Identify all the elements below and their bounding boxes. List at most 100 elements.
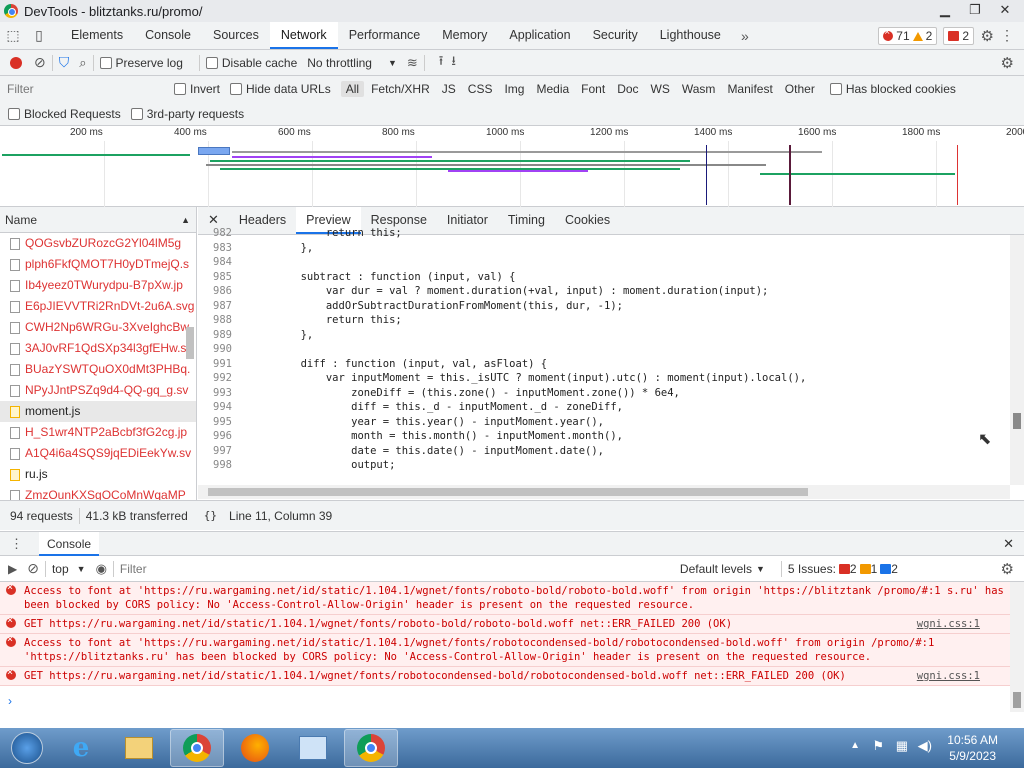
issues-badge[interactable]: 2 <box>943 27 974 45</box>
name-column-header[interactable]: Name ▲ <box>0 207 196 233</box>
record-icon[interactable] <box>10 56 22 69</box>
tab-network[interactable]: Network <box>269 22 338 49</box>
filter-type-js[interactable]: JS <box>437 81 461 97</box>
horizontal-scrollbar[interactable] <box>198 485 1010 499</box>
console-error-message[interactable]: Access to font at 'https://ru.wargaming.… <box>0 581 1010 615</box>
issues-counter[interactable]: 5 Issues: 2 1 2 <box>788 562 898 576</box>
console-scrollbar[interactable] <box>1010 582 1024 712</box>
console-error-message[interactable]: Access to font at 'https://ru.wargaming.… <box>0 633 1010 667</box>
request-row[interactable]: Ib4yeez0TWurydpu-B7pXw.jp <box>0 275 196 296</box>
drawer-tab-console[interactable]: Console <box>39 531 100 556</box>
close-drawer-icon[interactable]: ✕ <box>1003 536 1014 552</box>
network-overview-timeline[interactable]: 200 ms 400 ms 600 ms 800 ms 1000 ms 1200 ms 14… <box>0 127 1024 207</box>
inspect-icon[interactable]: ⬚ <box>0 22 26 49</box>
live-expression-eye-icon[interactable]: ◉ <box>96 561 107 577</box>
tab-console[interactable]: Console <box>134 22 202 49</box>
preserve-log-checkbox[interactable]: Preserve log <box>99 56 183 70</box>
export-har-icon[interactable]: ⭳ <box>451 52 456 74</box>
network-tray-icon[interactable]: ▦ <box>896 738 908 754</box>
chrome-taskbar-icon[interactable] <box>170 729 224 767</box>
pretty-print-icon[interactable]: {} <box>204 509 217 522</box>
request-row[interactable]: CWH2Np6WRGu-3XveIghcBw <box>0 317 196 338</box>
tab-security[interactable]: Security <box>582 22 649 49</box>
network-settings-gear-icon[interactable]: ⚙ <box>1001 54 1014 72</box>
request-row[interactable]: moment.js <box>0 401 196 422</box>
tray-expand-icon[interactable]: ▲ <box>850 740 860 751</box>
tab-sources[interactable]: Sources <box>202 22 270 49</box>
filter-type-wasm[interactable]: Wasm <box>677 81 721 97</box>
ie-icon[interactable]: e <box>54 729 108 767</box>
sidebar-toggle-icon[interactable]: ▶ <box>8 562 17 576</box>
vertical-scrollbar[interactable] <box>1010 235 1024 485</box>
tab-elements[interactable]: Elements <box>60 22 134 49</box>
network-conditions-icon[interactable]: ≋ <box>407 55 418 71</box>
filter-type-fetchxhr[interactable]: Fetch/XHR <box>366 81 435 97</box>
console-error-message[interactable]: GET https://ru.wargaming.net/id/static/1… <box>0 666 1010 686</box>
console-prompt-icon[interactable]: › <box>8 694 12 708</box>
request-row[interactable]: 3AJ0vRF1QdSXp34l3gfEHw.sv <box>0 338 196 359</box>
import-har-icon[interactable]: ⭱ <box>439 52 444 74</box>
request-row[interactable]: plph6FkfQMOT7H0yDTmejQ.s <box>0 254 196 275</box>
request-row[interactable]: E6pJIEVVTRi2RnDVt-2u6A.svg <box>0 296 196 317</box>
tab-performance[interactable]: Performance <box>338 22 432 49</box>
system-clock[interactable]: 10:56 AM 5/9/2023 <box>947 732 998 764</box>
filter-type-all[interactable]: All <box>340 81 365 97</box>
request-row[interactable]: H_S1wr4NTP2aBcbf3fG2cg.jp <box>0 422 196 443</box>
filter-type-other[interactable]: Other <box>780 81 820 97</box>
invert-checkbox[interactable]: Invert <box>174 82 220 96</box>
filter-type-manifest[interactable]: Manifest <box>722 81 777 97</box>
third-party-checkbox[interactable]: 3rd-party requests <box>130 107 244 121</box>
console-source-link[interactable]: wgni.css:1 <box>917 617 980 631</box>
firefox-icon[interactable] <box>228 729 282 767</box>
request-row[interactable]: BUazYSWTQuOX0dMt3PHBq. <box>0 359 196 380</box>
device-toolbar-icon[interactable]: ▯ <box>26 22 52 49</box>
code-text: diff : function (input, val, asFloat) { <box>250 357 548 370</box>
console-source-link[interactable]: wgni.css:1 <box>917 669 980 683</box>
filter-type-doc[interactable]: Doc <box>612 81 643 97</box>
console-filter-input[interactable]: Filter <box>120 562 680 576</box>
filter-type-css[interactable]: CSS <box>463 81 498 97</box>
filter-type-img[interactable]: Img <box>499 81 529 97</box>
restore-icon[interactable]: ❐ <box>960 0 990 22</box>
tab-application[interactable]: Application <box>498 22 581 49</box>
console-clear-icon[interactable]: ⊘ <box>27 560 39 577</box>
request-row[interactable]: ru.js <box>0 464 196 485</box>
explorer-folder-icon[interactable] <box>112 729 166 767</box>
console-settings-gear-icon[interactable]: ⚙ <box>1001 560 1014 578</box>
control-panel-icon[interactable] <box>286 729 340 767</box>
tab-memory[interactable]: Memory <box>431 22 498 49</box>
filter-type-font[interactable]: Font <box>576 81 610 97</box>
code-viewer[interactable]: 982 return this; 983 }, 984 985 subtract : … <box>198 226 1008 474</box>
throttling-select[interactable]: No throttling ▼ <box>307 56 397 70</box>
search-icon[interactable]: ⌕ <box>79 55 86 71</box>
tab-lighthouse[interactable]: Lighthouse <box>649 22 732 49</box>
request-row[interactable]: NPyJJntPSZq9d4-QQ-gq_g.sv <box>0 380 196 401</box>
start-button[interactable] <box>4 729 50 767</box>
volume-icon[interactable]: ◀) <box>918 738 932 754</box>
more-tabs-icon[interactable]: » <box>732 22 758 49</box>
code-line: 992 var inputMoment = this._isUTC ? mome… <box>198 371 1008 386</box>
hide-data-urls-checkbox[interactable]: Hide data URLs <box>230 82 331 96</box>
request-list-scrollbar[interactable] <box>186 327 194 359</box>
chrome-devtools-taskbar-icon[interactable] <box>344 729 398 767</box>
log-levels-select[interactable]: Default levels ▼ <box>680 562 765 576</box>
blocked-requests-checkbox[interactable]: Blocked Requests <box>8 107 121 121</box>
clear-icon[interactable]: ⊘ <box>34 54 46 71</box>
context-select[interactable]: top ▼ <box>52 562 86 576</box>
close-icon[interactable]: ✕ <box>990 0 1020 22</box>
request-row[interactable]: QOGsvbZURozcG2Yl04lM5g <box>0 233 196 254</box>
request-row[interactable]: A1Q4i6a4SQS9jqEDiEekYw.sv <box>0 443 196 464</box>
disable-cache-checkbox[interactable]: Disable cache <box>205 56 297 70</box>
filter-input[interactable]: Filter <box>4 79 174 99</box>
console-error-message[interactable]: GET https://ru.wargaming.net/id/static/1… <box>0 614 1010 634</box>
action-center-flag-icon[interactable]: ⚑ <box>872 738 884 754</box>
error-count-badge[interactable]: 712 <box>878 27 938 45</box>
filter-type-ws[interactable]: WS <box>646 81 675 97</box>
kebab-menu-icon[interactable]: ⋮ <box>1000 27 1014 44</box>
filter-funnel-icon[interactable]: ⛉ <box>59 54 70 71</box>
has-blocked-cookies-checkbox[interactable]: Has blocked cookies <box>829 82 956 96</box>
minimize-icon[interactable]: ▁ <box>930 0 960 22</box>
filter-type-media[interactable]: Media <box>531 81 574 97</box>
drawer-menu-icon[interactable]: ⋮ <box>10 536 23 552</box>
settings-gear-icon[interactable]: ⚙ <box>981 27 994 45</box>
